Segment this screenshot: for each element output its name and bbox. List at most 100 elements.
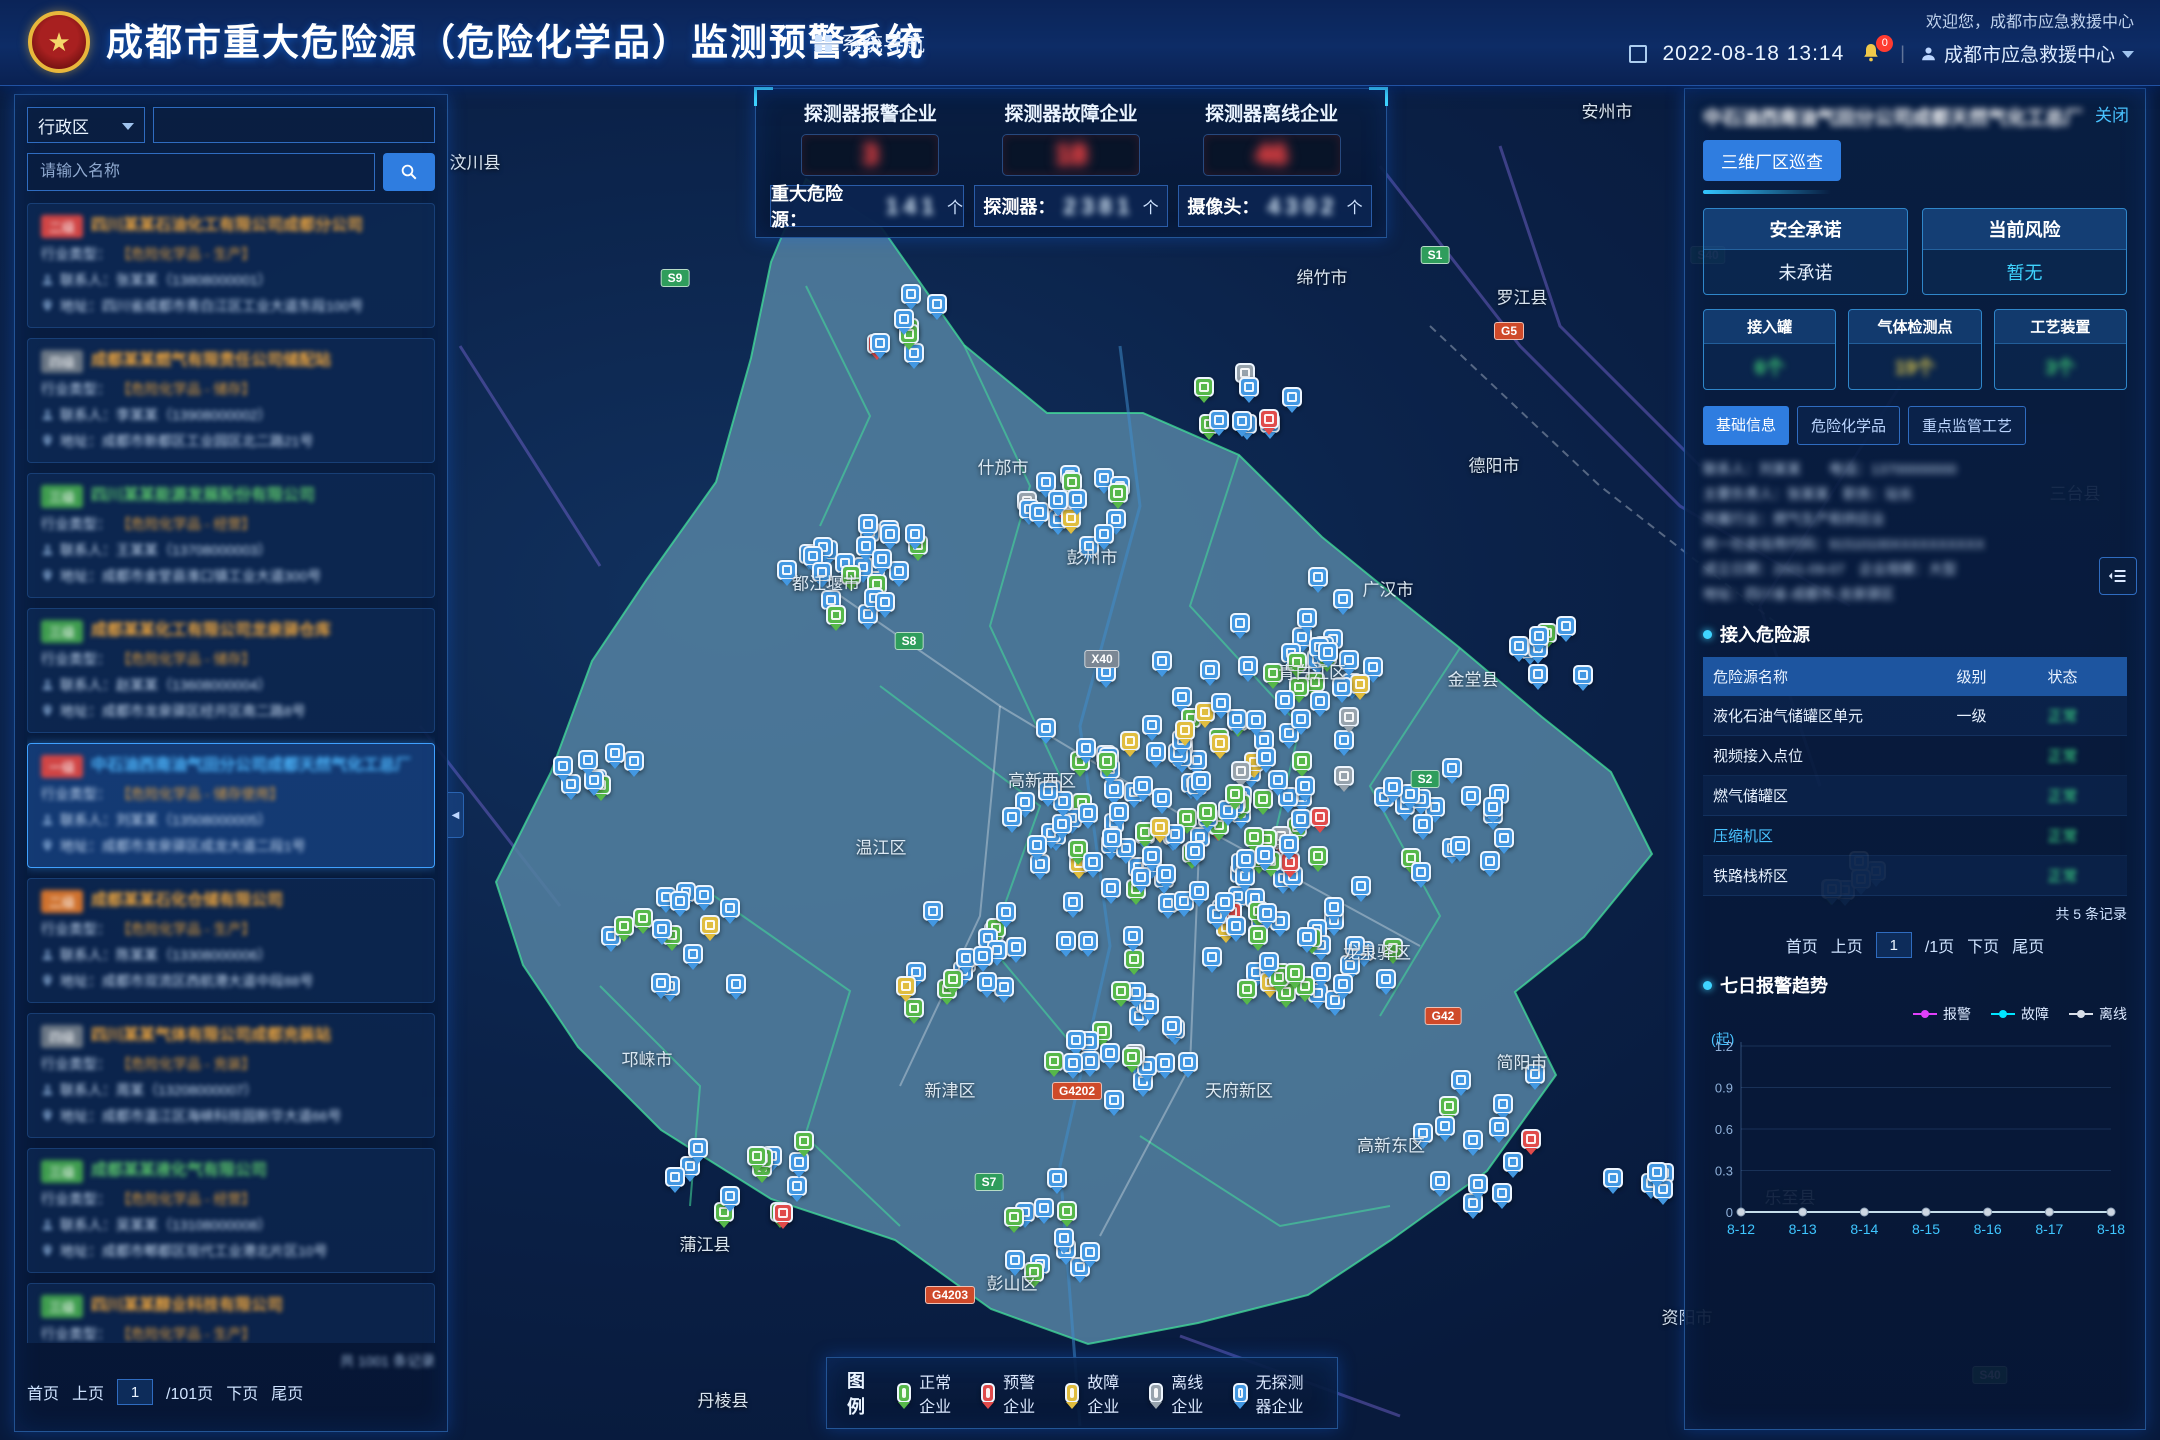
- map-marker-blue[interactable]: [1067, 489, 1087, 509]
- tab-基础信息[interactable]: 基础信息: [1703, 406, 1789, 445]
- map-marker-blue[interactable]: [1152, 651, 1172, 671]
- map-marker-blue[interactable]: [994, 977, 1014, 997]
- page-number-input[interactable]: [117, 1379, 153, 1405]
- map-marker-blue[interactable]: [1232, 411, 1252, 431]
- map-marker-blue[interactable]: [720, 1186, 740, 1206]
- map-marker-blue[interactable]: [1029, 502, 1049, 522]
- map-marker-blue[interactable]: [1492, 1183, 1512, 1203]
- map-marker-blue[interactable]: [1230, 613, 1250, 633]
- map-marker-blue[interactable]: [1200, 660, 1220, 680]
- company-card[interactable]: 三级四川某某能源发展股份有限公司行业类型：【危险化学品 - 经营】联系人：王某某…: [27, 473, 435, 598]
- company-card[interactable]: 四级四川某某气体有限公司成都充装站行业类型：【危险化学品 - 充装】联系人：周某…: [27, 1013, 435, 1138]
- map-marker-blue[interactable]: [889, 561, 909, 581]
- map-marker-blue[interactable]: [905, 524, 925, 544]
- map-marker-yellow[interactable]: [1175, 720, 1195, 740]
- map-marker-blue[interactable]: [1123, 926, 1143, 946]
- map-marker-blue[interactable]: [1297, 927, 1317, 947]
- map-marker-red[interactable]: [1310, 807, 1330, 827]
- map-marker-blue[interactable]: [1291, 709, 1311, 729]
- map-marker-blue[interactable]: [1282, 387, 1302, 407]
- map-marker-yellow[interactable]: [896, 976, 916, 996]
- map-marker-blue[interactable]: [1333, 974, 1353, 994]
- map-marker-green[interactable]: [1111, 981, 1131, 1001]
- map-marker-blue[interactable]: [1509, 636, 1529, 656]
- hazard-row[interactable]: 液化石油气储罐区单元一级正常: [1703, 696, 2127, 736]
- map-marker-blue[interactable]: [1047, 1168, 1067, 1188]
- map-marker-blue[interactable]: [973, 946, 993, 966]
- map-marker-blue[interactable]: [624, 751, 644, 771]
- page-last[interactable]: 尾页: [271, 1380, 303, 1404]
- search-button[interactable]: [383, 153, 435, 191]
- map-marker-green[interactable]: [826, 605, 846, 625]
- map-marker-blue[interactable]: [1006, 937, 1026, 957]
- map-marker-blue[interactable]: [1351, 876, 1371, 896]
- map-marker-blue[interactable]: [1101, 878, 1121, 898]
- map-marker-blue[interactable]: [1647, 1162, 1667, 1182]
- company-card[interactable]: 二级四川某某石油化工有限公司成都分公司行业类型：【危险化学品 - 生产】联系人：…: [27, 203, 435, 328]
- map-marker-blue[interactable]: [578, 750, 598, 770]
- fullscreen-icon[interactable]: [1629, 45, 1647, 63]
- map-marker-green[interactable]: [1285, 963, 1305, 983]
- map-marker-blue[interactable]: [1209, 410, 1229, 430]
- map-marker-blue[interactable]: [1162, 1016, 1182, 1036]
- close-link[interactable]: 关闭: [2095, 101, 2129, 126]
- map-marker-blue[interactable]: [553, 756, 573, 776]
- hazard-row[interactable]: 燃气储罐区正常: [1703, 776, 2127, 816]
- page-first[interactable]: 首页: [1786, 933, 1818, 957]
- map-marker-blue[interactable]: [1489, 1117, 1509, 1137]
- map-marker-blue[interactable]: [1468, 1174, 1488, 1194]
- map-marker-green[interactable]: [1004, 1207, 1024, 1227]
- map-marker-blue[interactable]: [1076, 738, 1096, 758]
- map-marker-blue[interactable]: [1255, 845, 1275, 865]
- map-marker-blue[interactable]: [694, 885, 714, 905]
- map-marker-blue[interactable]: [1189, 881, 1209, 901]
- map-marker-blue[interactable]: [1556, 616, 1576, 636]
- tab-重点监管工艺[interactable]: 重点监管工艺: [1908, 406, 2026, 445]
- map-marker-blue[interactable]: [1080, 1051, 1100, 1071]
- map-marker-blue[interactable]: [1036, 472, 1056, 492]
- map-marker-blue[interactable]: [1133, 776, 1153, 796]
- map-marker-green[interactable]: [1108, 483, 1128, 503]
- map-marker-blue[interactable]: [1156, 864, 1176, 884]
- map-marker-blue[interactable]: [894, 309, 914, 329]
- map-marker-green[interactable]: [1244, 827, 1264, 847]
- search-input[interactable]: [27, 153, 375, 191]
- map-marker-red[interactable]: [1259, 409, 1279, 429]
- map-marker-blue[interactable]: [1573, 665, 1593, 685]
- map-marker-blue[interactable]: [1036, 718, 1056, 738]
- page-last[interactable]: 尾页: [2012, 933, 2044, 957]
- map-marker-yellow[interactable]: [1350, 674, 1370, 694]
- tab-危险化学品[interactable]: 危险化学品: [1797, 406, 1900, 445]
- map-marker-blue[interactable]: [665, 1167, 685, 1187]
- map-marker-blue[interactable]: [927, 294, 947, 314]
- map-marker-blue[interactable]: [1279, 834, 1299, 854]
- map-marker-blue[interactable]: [651, 973, 671, 993]
- map-marker-blue[interactable]: [1383, 777, 1403, 797]
- map-marker-blue[interactable]: [1063, 1053, 1083, 1073]
- map-marker-green[interactable]: [1044, 1051, 1064, 1071]
- map-marker-green[interactable]: [1057, 1201, 1077, 1221]
- map-marker-blue[interactable]: [1291, 809, 1311, 829]
- map-marker-blue[interactable]: [1297, 608, 1317, 628]
- notification-bell[interactable]: 0: [1859, 41, 1885, 67]
- map-marker-blue[interactable]: [1185, 841, 1205, 861]
- map-marker-blue[interactable]: [1142, 846, 1162, 866]
- map-marker-blue[interactable]: [1480, 851, 1500, 871]
- map-marker-blue[interactable]: [872, 549, 892, 569]
- map-marker-blue[interactable]: [1461, 786, 1481, 806]
- map-marker-blue[interactable]: [1078, 931, 1098, 951]
- map-marker-blue[interactable]: [1257, 903, 1277, 923]
- map-marker-blue[interactable]: [1236, 849, 1256, 869]
- map-marker-gray[interactable]: [1334, 766, 1354, 786]
- map-marker-green[interactable]: [1253, 789, 1273, 809]
- map-marker-blue[interactable]: [1178, 1052, 1198, 1072]
- map-marker-blue[interactable]: [858, 514, 878, 534]
- page-prev[interactable]: 上页: [72, 1380, 104, 1404]
- hazard-row[interactable]: 视频接入点位正常: [1703, 736, 2127, 776]
- map-marker-gray[interactable]: [1231, 761, 1251, 781]
- map-marker-blue[interactable]: [1109, 802, 1129, 822]
- map-marker-blue[interactable]: [1054, 1228, 1074, 1248]
- map-marker-blue[interactable]: [1528, 664, 1548, 684]
- map-marker-blue[interactable]: [1442, 758, 1462, 778]
- expand-list-button[interactable]: [2099, 557, 2137, 595]
